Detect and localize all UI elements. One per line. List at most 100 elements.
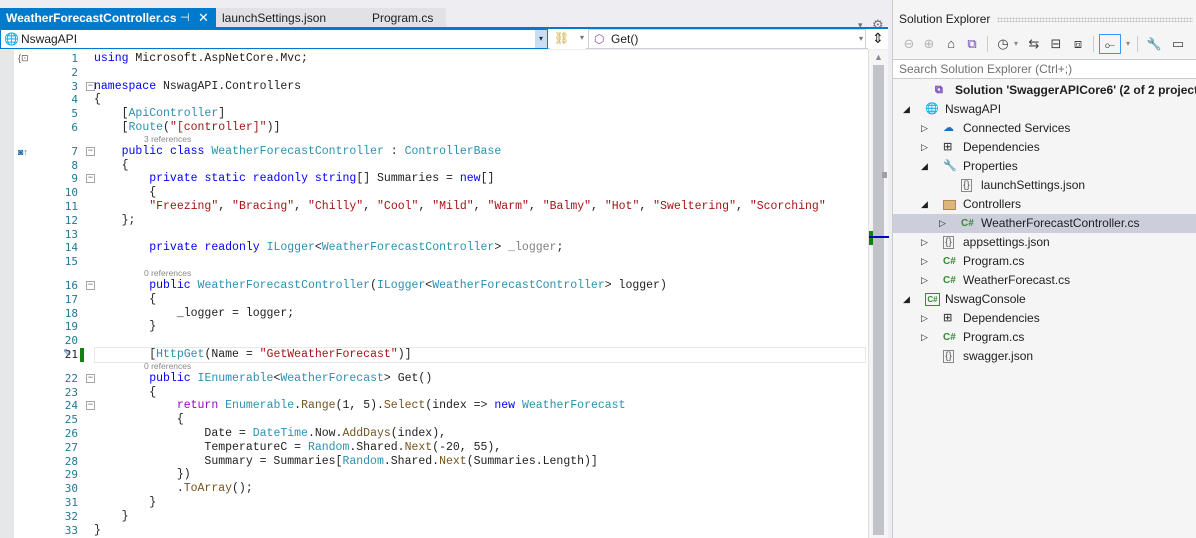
line-number: 8 [71,158,78,172]
tree-item[interactable]: ◢ C# NswagConsole [893,290,1196,309]
scrollbar-marker [882,172,887,178]
tree-item[interactable]: ◢ 🌐 NswagAPI [893,100,1196,119]
code-line[interactable]: 32 } [14,510,868,524]
code-line[interactable]: 19 } [14,320,868,334]
expand-icon[interactable]: ▷ [921,138,928,157]
home-icon[interactable]: ⌂ [943,34,959,54]
forward-icon[interactable]: ⊕ [921,34,937,54]
collapse-icon[interactable]: ◢ [921,157,928,176]
tree-item[interactable]: ▷ ⊞ Dependencies [893,138,1196,157]
code-line[interactable]: 2 [14,66,868,80]
code-editor[interactable]: {⊡ ◙↑ 1 using Microsoft.AspNetCore.Mvc; 2 3… [0,50,868,538]
tree-item[interactable]: ▷ {} appsettings.json [893,233,1196,252]
switch-views-icon[interactable]: ⧉ [963,34,981,54]
code-line[interactable]: 13 [14,228,868,242]
wrench-icon[interactable]: 🔧 [1145,34,1163,54]
expand-icon[interactable]: ▷ [939,214,946,233]
tab-program[interactable]: Program.cs [366,8,446,29]
code-line[interactable]: 12 }; [14,214,868,228]
code-line[interactable]: 25 { [14,413,868,427]
tree-item[interactable]: {} swagger.json [893,347,1196,366]
code-line[interactable]: 4{ [14,93,868,107]
preview-selected-icon[interactable]: ▭ [1169,34,1187,54]
chevron-down-icon[interactable]: ▾ [1011,34,1021,54]
code-line[interactable]: 3− namespace NswagAPI.Controllers [14,80,868,94]
sync-icon[interactable]: ⇆ [1025,34,1043,54]
expand-icon[interactable]: ▷ [921,271,928,290]
chevron-down-icon[interactable]: ▾ [580,29,584,47]
search-input[interactable]: Search Solution Explorer (Ctrl+;) [893,59,1196,79]
codelens-references[interactable]: 0 references [144,268,191,279]
back-icon[interactable]: ⊖ [901,34,917,54]
split-window-button[interactable]: ⇕ [868,29,888,49]
collapse-all-icon[interactable]: ⊟ [1047,34,1065,54]
expand-icon[interactable]: ▷ [921,328,928,347]
tab-weatherforecastcontroller[interactable]: WeatherForecastController.cs ⊣ ✕ [0,8,216,29]
code-line[interactable]: 22− public IEnumerable<WeatherForecast> … [14,372,868,386]
code-line[interactable]: 15 [14,255,868,269]
code-line[interactable]: 1 using Microsoft.AspNetCore.Mvc; [14,52,868,66]
globe-project-icon: 🌐 [4,32,19,46]
code-line[interactable]: 6 [Route("[controller]")] [14,121,868,135]
tree-item-label: Program.cs [963,330,1025,344]
scrollbar-thumb[interactable] [873,65,884,535]
tree-item[interactable]: ◢ Controllers [893,195,1196,214]
tree-item[interactable]: ▷ C# WeatherForecast.cs [893,271,1196,290]
tree-item[interactable]: ▷ C# WeatherForecastController.cs [893,214,1196,233]
tree-item[interactable]: ⧉ Solution 'SwaggerAPICore6' (2 of 2 proj… [893,81,1196,100]
code-line[interactable]: 10 { [14,186,868,200]
collapse-icon[interactable]: ◢ [921,195,928,214]
code-line[interactable]: 24− return Enumerable.Range(1, 5).Select… [14,399,868,413]
show-all-files-icon[interactable]: ⧈ [1069,34,1087,54]
expand-icon[interactable]: ▷ [921,309,928,328]
project-dropdown[interactable]: 🌐 NswagAPI ▾ [0,29,548,49]
code-line[interactable]: 8 { [14,159,868,173]
code-line[interactable]: 9− private static readonly string[] Summ… [14,172,868,186]
code-line[interactable]: 26 Date = DateTime.Now.AddDays(index), [14,427,868,441]
tab-launchsettings[interactable]: launchSettings.json [216,8,366,29]
chevron-down-icon[interactable]: ▾ [535,30,547,48]
expand-icon[interactable]: ▷ [921,119,928,138]
chevron-down-icon[interactable]: ▾ [1123,34,1133,54]
code-line[interactable]: 27 TemperatureC = Random.Shared.Next(-20… [14,441,868,455]
pending-changes-icon[interactable]: ◷ [995,34,1011,54]
type-dropdown[interactable]: ⛓ ▾ [550,29,586,49]
code-line[interactable]: 5 [ApiController] [14,107,868,121]
collapse-icon[interactable]: ◢ [903,100,910,119]
tree-item[interactable]: ▷ ⊞ Dependencies [893,309,1196,328]
code-text: { [94,385,157,399]
panel-grip[interactable] [997,17,1193,22]
code-line[interactable]: 30 .ToArray(); [14,482,868,496]
quick-actions-icon[interactable]: ✎ [63,348,71,359]
code-line[interactable]: 23 { [14,386,868,400]
line-number: 10 [64,186,78,200]
pin-icon[interactable]: ⊣ [180,8,190,28]
vertical-scrollbar[interactable]: ▲ [868,50,889,538]
line-number: 3 [71,79,78,93]
code-line[interactable]: 28 Summary = Summaries[Random.Shared.Nex… [14,455,868,469]
code-line[interactable]: 17 { [14,293,868,307]
code-line[interactable]: 7− public class WeatherForecastControlle… [14,145,868,159]
code-line[interactable]: 18 _logger = logger; [14,307,868,321]
expand-icon[interactable]: ▷ [921,252,928,271]
tree-item[interactable]: {} launchSettings.json [893,176,1196,195]
code-line[interactable]: 31 } [14,496,868,510]
chevron-down-icon[interactable]: ▾ [859,30,863,48]
codelens-references[interactable]: 3 references [144,134,191,145]
tree-item[interactable]: ◢ 🔧 Properties [893,157,1196,176]
code-line[interactable]: 29 }) [14,468,868,482]
code-text: TemperatureC = Random.Shared.Next(-20, 5… [94,440,502,454]
sync-with-document-icon[interactable]: ⟜ [1099,34,1121,54]
code-line[interactable]: 14 private readonly ILogger<WeatherForec… [14,241,868,255]
member-dropdown[interactable]: ⬡ Get() ▾ [588,29,866,49]
code-line[interactable]: 16− public WeatherForecastController(ILo… [14,279,868,293]
scroll-up-icon[interactable]: ▲ [874,52,883,62]
tree-item[interactable]: ▷ C# Program.cs [893,252,1196,271]
collapse-icon[interactable]: ◢ [903,290,910,309]
code-line[interactable]: 11 "Freezing", "Bracing", "Chilly", "Coo… [14,200,868,214]
tree-item[interactable]: ▷ C# Program.cs [893,328,1196,347]
tree-item[interactable]: ▷ ☁ Connected Services [893,119,1196,138]
code-line[interactable]: 33} [14,524,868,538]
expand-icon[interactable]: ▷ [921,233,928,252]
close-icon[interactable]: ✕ [198,8,209,28]
